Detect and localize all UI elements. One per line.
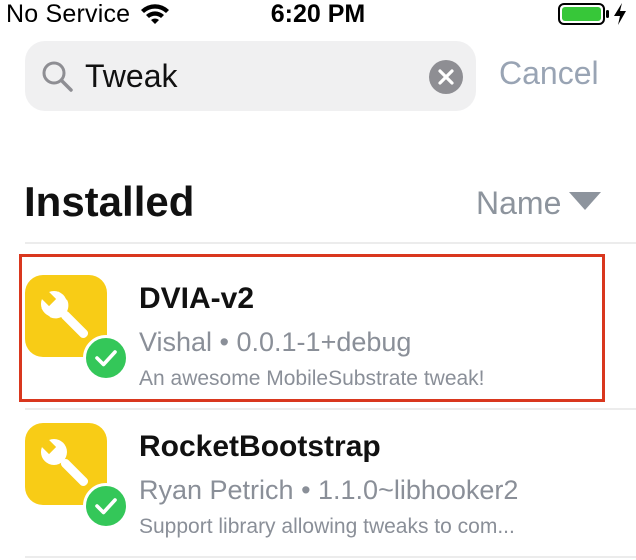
package-row-dvia-v2[interactable]: DVIA-v2 Vishal • 0.0.1-1+debug An awesom… bbox=[22, 254, 636, 402]
installed-check-icon bbox=[83, 483, 129, 529]
charging-bolt-icon bbox=[614, 3, 626, 25]
status-bar: No Service 6:20 PM bbox=[0, 0, 636, 30]
caret-down-icon bbox=[569, 192, 602, 210]
package-name: RocketBootstrap bbox=[139, 430, 381, 463]
search-field[interactable] bbox=[25, 41, 476, 111]
package-description: An awesome MobileSubstrate tweak! bbox=[139, 367, 485, 390]
divider bbox=[25, 242, 636, 244]
package-row-rocketbootstrap[interactable]: RocketBootstrap Ryan Petrich • 1.1.0~lib… bbox=[22, 402, 636, 550]
battery-icon bbox=[558, 3, 609, 25]
package-meta: Ryan Petrich • 1.1.0~libhooker2 bbox=[139, 475, 519, 505]
sort-dropdown[interactable]: Name bbox=[476, 185, 602, 225]
sort-label: Name bbox=[476, 185, 562, 221]
clock: 6:20 PM bbox=[270, 0, 366, 28]
search-input[interactable] bbox=[85, 50, 415, 102]
divider bbox=[25, 556, 636, 558]
search-icon bbox=[42, 61, 73, 92]
section-title: Installed bbox=[24, 178, 195, 225]
installed-check-icon bbox=[83, 335, 129, 381]
cancel-button[interactable]: Cancel bbox=[499, 55, 599, 92]
package-meta: Vishal • 0.0.1-1+debug bbox=[139, 327, 412, 357]
clear-search-icon[interactable] bbox=[429, 60, 463, 94]
package-description: Support library allowing tweaks to com..… bbox=[139, 515, 515, 538]
package-name: DVIA-v2 bbox=[139, 282, 255, 315]
